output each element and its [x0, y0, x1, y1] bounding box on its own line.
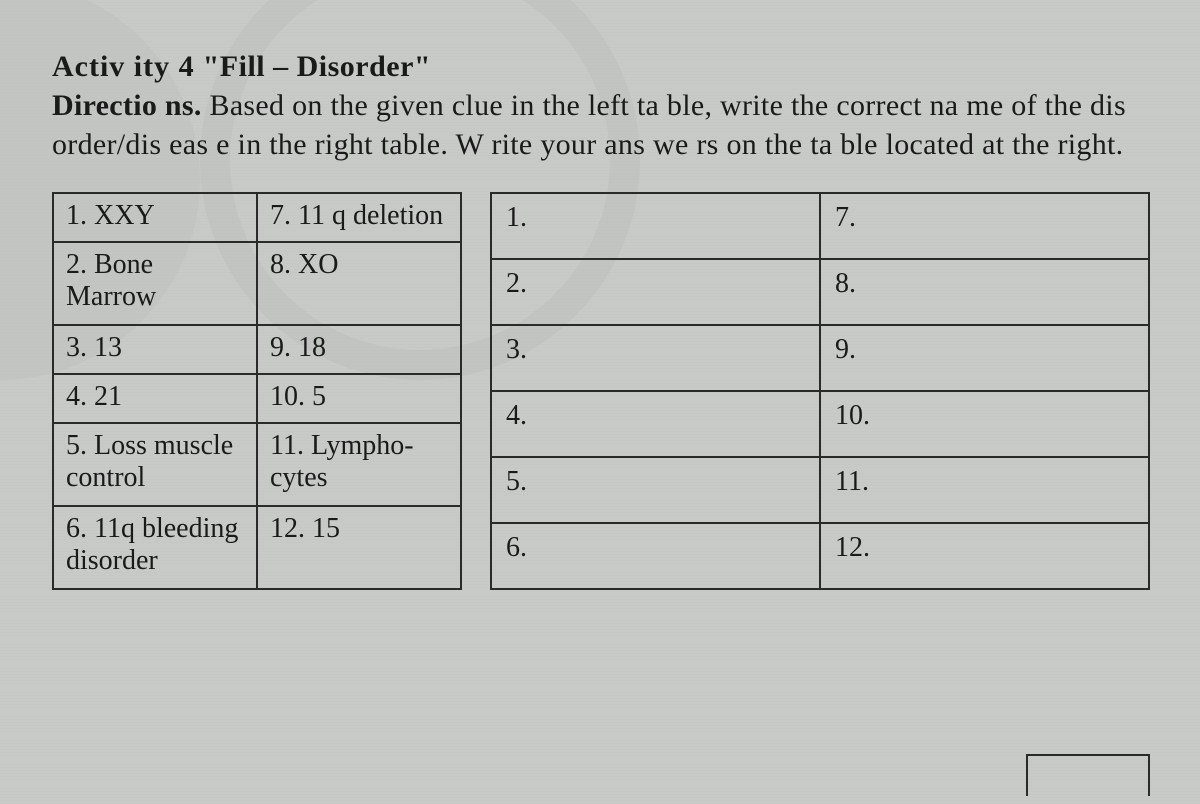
answer-cell[interactable]: 10.: [820, 391, 1149, 457]
answer-cell[interactable]: 3.: [491, 325, 820, 391]
answer-cell[interactable]: 5.: [491, 457, 820, 523]
table-row: 1. 7.: [491, 193, 1149, 259]
clue-cell: 11. Lympho- cytes: [257, 423, 461, 506]
clue-cell: 1. XXY: [53, 193, 257, 242]
answer-cell[interactable]: 11.: [820, 457, 1149, 523]
clue-cell: 10. 5: [257, 374, 461, 423]
clue-cell: 3. 13: [53, 325, 257, 374]
answer-cell[interactable]: 7.: [820, 193, 1149, 259]
table-row: 3. 9.: [491, 325, 1149, 391]
clue-cell: 5. Loss muscle control: [53, 423, 257, 506]
clue-table: 1. XXY 7. 11 q deletion 2. Bone Marrow 8…: [52, 192, 462, 590]
clue-cell: 12. 15: [257, 506, 461, 589]
activity-name: "Fill – Disorder": [203, 50, 431, 83]
answer-cell[interactable]: 1.: [491, 193, 820, 259]
table-row: 4. 10.: [491, 391, 1149, 457]
table-row: 6. 11q bleeding disorder 12. 15: [53, 506, 461, 589]
directions-text: Based on the given clue in the left ta b…: [52, 89, 1126, 161]
clue-cell: 8. XO: [257, 242, 461, 325]
answer-cell[interactable]: 12.: [820, 523, 1149, 589]
table-row: 1. XXY 7. 11 q deletion: [53, 193, 461, 242]
partial-box: [1026, 754, 1150, 796]
answer-cell[interactable]: 2.: [491, 259, 820, 325]
clue-cell: 4. 21: [53, 374, 257, 423]
activity-title: Activ ity 4 "Fill – Disorder": [52, 50, 1150, 84]
table-row: 5. Loss muscle control 11. Lympho- cytes: [53, 423, 461, 506]
activity-number: Activ ity 4: [52, 50, 195, 83]
clue-cell: 2. Bone Marrow: [53, 242, 257, 325]
clue-cell: 7. 11 q deletion: [257, 193, 461, 242]
table-row: 4. 21 10. 5: [53, 374, 461, 423]
answer-table: 1. 7. 2. 8. 3. 9. 4. 10. 5. 11.: [490, 192, 1150, 590]
table-row: 2. Bone Marrow 8. XO: [53, 242, 461, 325]
directions-label: Directio ns.: [52, 89, 202, 122]
clue-cell: 9. 18: [257, 325, 461, 374]
answer-cell[interactable]: 8.: [820, 259, 1149, 325]
clue-cell: 6. 11q bleeding disorder: [53, 506, 257, 589]
answer-cell[interactable]: 9.: [820, 325, 1149, 391]
answer-cell[interactable]: 4.: [491, 391, 820, 457]
table-row: 2. 8.: [491, 259, 1149, 325]
table-row: 3. 13 9. 18: [53, 325, 461, 374]
answer-cell[interactable]: 6.: [491, 523, 820, 589]
directions: Directio ns. Based on the given clue in …: [52, 86, 1150, 164]
table-row: 5. 11.: [491, 457, 1149, 523]
table-row: 6. 12.: [491, 523, 1149, 589]
